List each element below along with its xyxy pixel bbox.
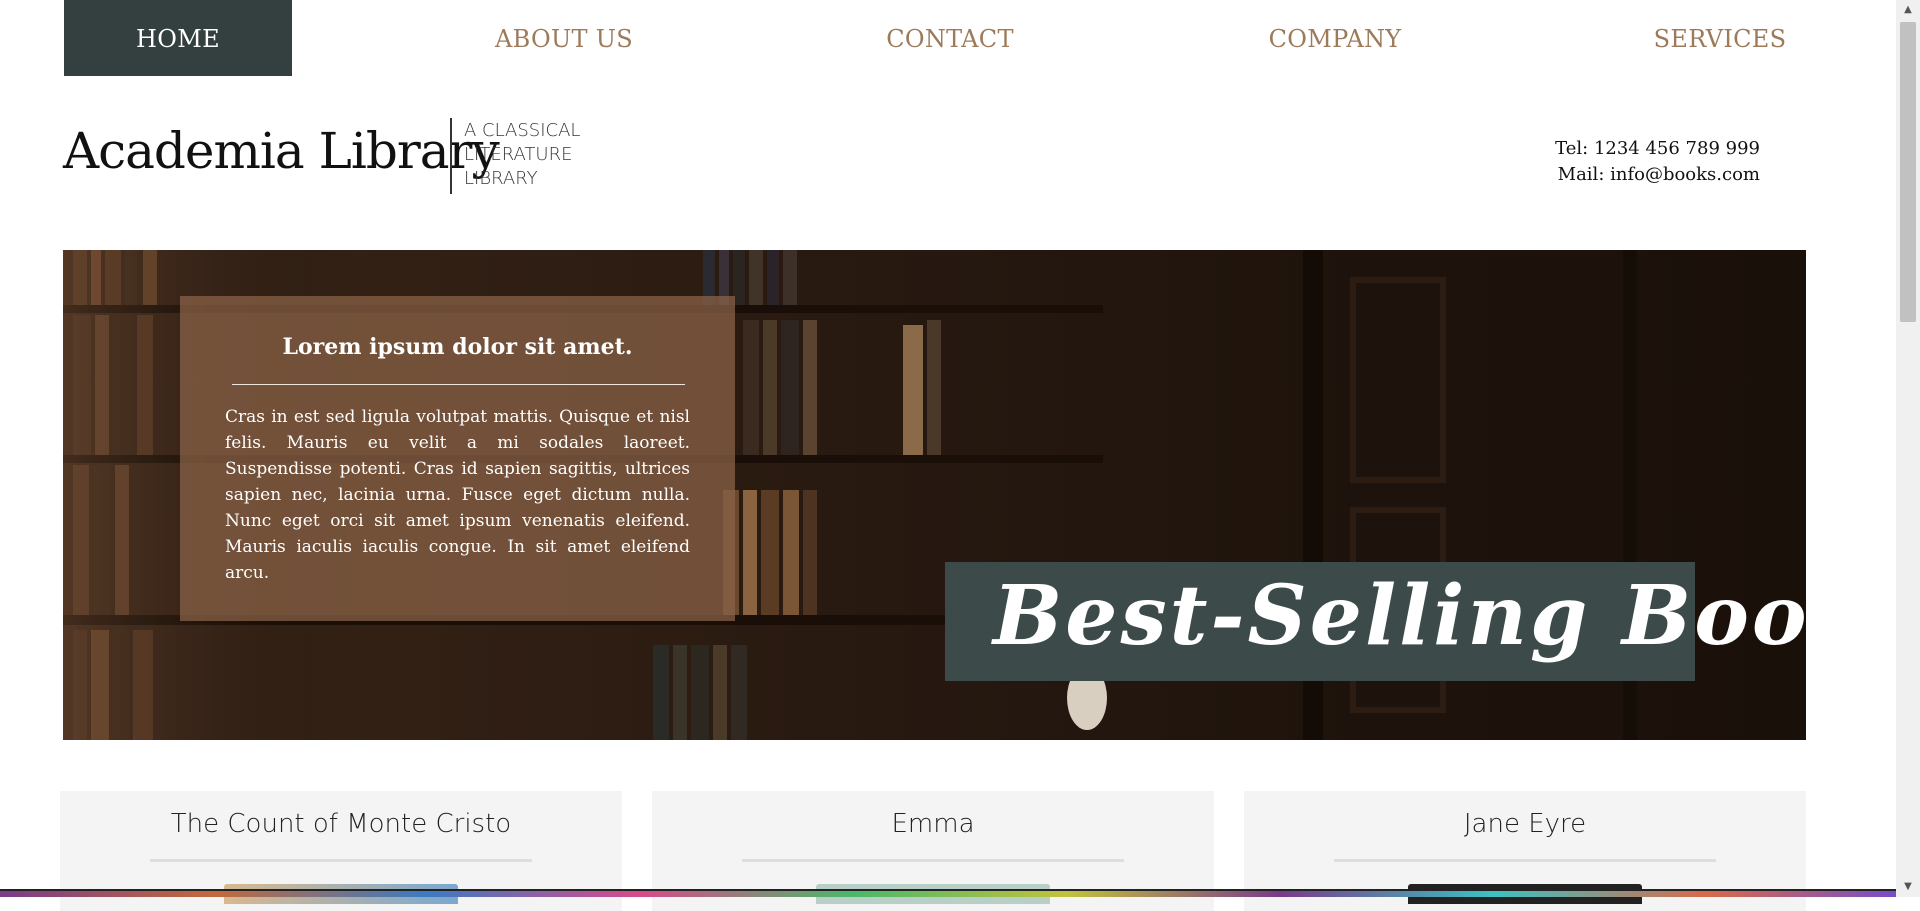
book-card-title: Emma bbox=[891, 809, 975, 839]
main-nav: HOME ABOUT US CONTACT COMPANY SERVICES bbox=[64, 0, 1786, 76]
nav-contact[interactable]: CONTACT bbox=[850, 0, 1050, 76]
tagline-line-1: A CLASSICAL bbox=[464, 120, 581, 141]
bottom-decorative-strip bbox=[0, 891, 1920, 897]
card-divider bbox=[150, 859, 532, 862]
scroll-up-arrow-icon[interactable]: ▲ bbox=[1896, 0, 1920, 20]
card-divider bbox=[1334, 859, 1716, 862]
nav-company[interactable]: COMPANY bbox=[1235, 0, 1435, 76]
best-selling-banner[interactable]: Best-Selling Books bbox=[945, 562, 1806, 681]
contact-info: Tel: 1234 456 789 999 Mail: info@books.c… bbox=[1555, 136, 1760, 188]
tagline-line-3: LIBRARY bbox=[464, 168, 538, 189]
contact-tel: Tel: 1234 456 789 999 bbox=[1555, 138, 1760, 159]
book-card-title: The Count of Monte Cristo bbox=[170, 809, 512, 839]
contact-mail: Mail: info@books.com bbox=[1557, 164, 1760, 185]
hero-text-box: Lorem ipsum dolor sit amet. Cras in est … bbox=[180, 296, 735, 621]
hero-banner: Lorem ipsum dolor sit amet. Cras in est … bbox=[63, 250, 1806, 740]
book-card-title: Jane Eyre bbox=[1463, 809, 1587, 839]
site-title[interactable]: Academia Library bbox=[63, 122, 500, 180]
nav-about-us[interactable]: ABOUT US bbox=[464, 0, 664, 76]
scroll-down-arrow-icon[interactable]: ▼ bbox=[1896, 877, 1920, 897]
site-tagline: A CLASSICAL LITERATURE LIBRARY bbox=[464, 119, 580, 191]
hero-box-divider bbox=[232, 384, 685, 385]
hero-box-text: Cras in est sed ligula volutpat mattis. … bbox=[225, 407, 690, 583]
hero-box-title: Lorem ipsum dolor sit amet. bbox=[282, 334, 633, 360]
tagline-line-2: LITERATURE bbox=[464, 144, 573, 165]
logo-divider bbox=[450, 118, 452, 194]
card-divider bbox=[742, 859, 1124, 862]
vertical-scrollbar[interactable]: ▲ ▼ bbox=[1896, 0, 1920, 897]
nav-services[interactable]: SERVICES bbox=[1620, 0, 1820, 76]
best-selling-title: Best-Selling Books bbox=[993, 568, 1806, 664]
nav-home[interactable]: HOME bbox=[64, 0, 292, 76]
scrollbar-thumb[interactable] bbox=[1900, 22, 1916, 322]
